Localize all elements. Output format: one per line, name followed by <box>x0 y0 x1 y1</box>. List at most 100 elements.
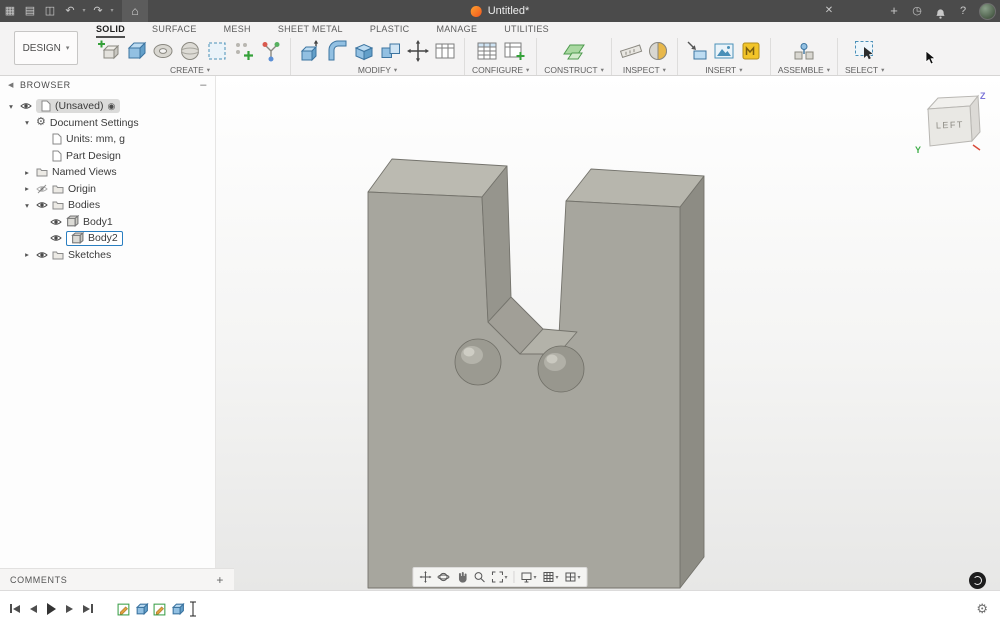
save-icon[interactable]: ◫ <box>40 0 60 22</box>
expander-icon[interactable]: ▸ <box>22 250 32 259</box>
orbit-tool[interactable] <box>437 571 450 583</box>
eye-icon[interactable] <box>20 101 32 111</box>
parameters-icon[interactable] <box>433 39 457 63</box>
add-comment-icon[interactable]: + <box>216 573 224 587</box>
joint-icon[interactable] <box>792 39 816 63</box>
browser-row-unsaved[interactable]: ▾ (Unsaved) ◉ <box>0 98 215 115</box>
active-document-icon[interactable]: ◉ <box>107 101 115 112</box>
tab-utilities[interactable]: UTILITIES <box>504 24 549 38</box>
section-analysis-icon[interactable] <box>646 39 670 63</box>
pattern-icon[interactable] <box>232 39 256 63</box>
construction-plane-icon[interactable] <box>562 39 586 63</box>
configuration-table-icon[interactable] <box>475 39 499 63</box>
help-icon[interactable]: ? <box>956 0 970 22</box>
expander-icon[interactable]: ▾ <box>6 102 16 111</box>
canvas-image-icon[interactable] <box>712 39 736 63</box>
timeline-settings-icon[interactable]: ⚙ <box>976 601 988 617</box>
expander-icon[interactable]: ▾ <box>22 118 32 127</box>
timeline-marker[interactable] <box>189 601 197 617</box>
insert-configuration-icon[interactable] <box>502 39 526 63</box>
eye-icon[interactable] <box>50 233 62 243</box>
timeline-step-back[interactable] <box>30 604 37 613</box>
eye-icon[interactable] <box>36 200 48 210</box>
extrude-feature-icon[interactable] <box>135 602 149 616</box>
press-pull-icon[interactable] <box>298 39 322 63</box>
combine-icon[interactable] <box>379 39 403 63</box>
sketch-region-icon[interactable] <box>205 39 229 63</box>
file-menu-icon[interactable]: ▤ <box>20 0 40 22</box>
insert-menu[interactable]: INSERT ▾ <box>705 65 742 75</box>
extrude-feature-icon[interactable] <box>171 602 185 616</box>
viewports-menu[interactable]: ▾ <box>565 571 581 583</box>
tab-surface[interactable]: SURFACE <box>152 24 197 38</box>
home-icon[interactable]: ⌂ <box>122 0 148 22</box>
tab-mesh[interactable]: MESH <box>224 24 251 38</box>
select-icon[interactable] <box>853 39 877 63</box>
box-icon[interactable] <box>124 39 148 63</box>
minimize-panel-icon[interactable]: – <box>200 79 207 91</box>
tab-solid[interactable]: SOLID <box>96 24 126 38</box>
construct-menu[interactable]: CONSTRUCT ▾ <box>544 65 604 75</box>
selected-item-box[interactable]: Body2 <box>66 230 123 246</box>
modify-menu[interactable]: MODIFY ▾ <box>358 65 397 75</box>
browser-row-sketches[interactable]: ▸ Sketches <box>0 247 215 264</box>
expander-icon[interactable]: ▾ <box>22 201 32 210</box>
expander-icon[interactable]: ▸ <box>22 184 32 193</box>
timeline-play[interactable] <box>47 602 56 615</box>
fastener-library-icon[interactable] <box>739 39 763 63</box>
browser-row-bodies[interactable]: ▾ Bodies <box>0 197 215 214</box>
workspace-switcher[interactable]: DESIGN ▾ <box>14 31 78 65</box>
comments-bar[interactable]: COMMENTS + <box>0 568 234 590</box>
assistant-icon[interactable] <box>969 572 986 589</box>
tab-sheet-metal[interactable]: SHEET METAL <box>278 24 343 38</box>
redo-dropdown-icon[interactable]: ▾ <box>108 0 116 22</box>
hand-tool[interactable] <box>455 571 467 583</box>
fillet-icon[interactable] <box>325 39 349 63</box>
avatar[interactable] <box>979 2 996 20</box>
fit-tool[interactable]: ▾ <box>491 571 507 583</box>
close-document-icon[interactable]: ✕ <box>820 0 838 22</box>
collapse-panel-icon[interactable]: ◀ <box>8 81 14 89</box>
timeline-go-to-start[interactable] <box>10 604 20 613</box>
select-menu[interactable]: SELECT ▾ <box>845 65 884 75</box>
undo-icon[interactable]: ↶ <box>60 0 80 22</box>
pan-tool[interactable] <box>419 571 432 583</box>
new-component-icon[interactable] <box>97 39 121 63</box>
browser-row-document-settings[interactable]: ▾ ⚙ Document Settings <box>0 115 215 132</box>
timeline-step-forward[interactable] <box>66 604 73 613</box>
redo-icon[interactable]: ↷ <box>88 0 108 22</box>
configure-menu[interactable]: CONFIGURE ▾ <box>472 65 529 75</box>
derive-branch-icon[interactable] <box>259 39 283 63</box>
grid-settings[interactable]: ▾ <box>543 571 559 583</box>
browser-row-body2[interactable]: Body2 <box>0 230 215 247</box>
browser-row-origin[interactable]: ▸ Origin <box>0 181 215 198</box>
eye-icon[interactable] <box>50 217 62 227</box>
eye-icon[interactable] <box>36 250 48 260</box>
eye-hidden-icon[interactable] <box>36 184 48 194</box>
job-status-icon[interactable]: ◷ <box>910 0 924 22</box>
zoom-tool[interactable] <box>473 571 485 583</box>
inspect-menu[interactable]: INSPECT ▾ <box>623 65 666 75</box>
assemble-menu[interactable]: ASSEMBLE ▾ <box>778 65 830 75</box>
new-document-icon[interactable]: + <box>887 0 901 22</box>
browser-row-body1[interactable]: Body1 <box>0 214 215 231</box>
sketch-feature-icon[interactable] <box>117 602 131 616</box>
insert-derive-icon[interactable] <box>685 39 709 63</box>
browser-row-part-design[interactable]: Part Design <box>0 148 215 165</box>
expander-icon[interactable]: ▸ <box>22 168 32 177</box>
undo-dropdown-icon[interactable]: ▾ <box>80 0 88 22</box>
timeline-go-to-end[interactable] <box>83 604 93 613</box>
document-tab[interactable]: Untitled* <box>470 0 529 22</box>
notifications-icon[interactable] <box>933 3 947 20</box>
tab-manage[interactable]: MANAGE <box>436 24 477 38</box>
shell-icon[interactable] <box>352 39 376 63</box>
move-icon[interactable] <box>406 39 430 63</box>
app-grid-icon[interactable]: ▦ <box>0 0 20 22</box>
create-menu[interactable]: CREATE ▾ <box>170 65 210 75</box>
browser-row-named-views[interactable]: ▸ Named Views <box>0 164 215 181</box>
browser-row-units[interactable]: Units: mm, g <box>0 131 215 148</box>
view-cube[interactable]: LEFT Z Y <box>912 89 990 161</box>
sphere-icon[interactable] <box>178 39 202 63</box>
tab-plastic[interactable]: PLASTIC <box>370 24 410 38</box>
display-settings[interactable]: ▾ <box>520 571 537 583</box>
